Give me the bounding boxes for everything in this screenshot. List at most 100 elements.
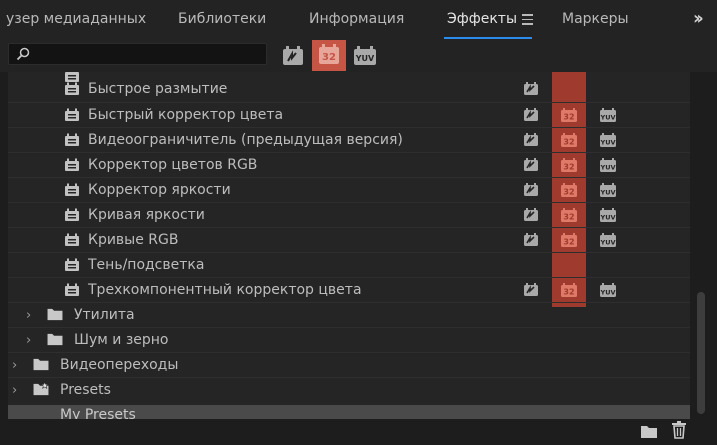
svg-text:YUV: YUV — [599, 214, 615, 222]
svg-text:YUV: YUV — [599, 239, 615, 247]
chevron-right-icon[interactable]: › — [12, 383, 17, 398]
folder-label: My Presets — [60, 407, 136, 419]
tab-libraries[interactable]: Библиотеки — [178, 11, 266, 27]
effect-label: Быстрое размытие — [88, 81, 228, 97]
yuv-badge-icon: YUV — [599, 233, 616, 247]
panel-menu-icon[interactable] — [522, 14, 533, 25]
effects-bottom-bar — [0, 419, 717, 445]
accelerated-badge-icon — [524, 133, 538, 146]
svg-text:32: 32 — [563, 188, 574, 197]
folder-icon — [47, 308, 63, 321]
svg-text:32: 32 — [563, 138, 574, 147]
effect-item[interactable]: Тень/подсветка — [8, 252, 690, 278]
accelerated-badge-icon — [524, 158, 538, 171]
effect-item[interactable]: Быстрое размытие — [8, 77, 690, 102]
chevron-right-icon[interactable]: › — [12, 358, 17, 373]
tab-info[interactable]: Информация — [309, 11, 404, 27]
chevron-right-icon[interactable]: › — [26, 308, 31, 323]
folder-item[interactable]: › Видеопереходы — [8, 352, 690, 378]
effect-preset-icon — [65, 183, 79, 196]
effect-item[interactable]: Видеоограничитель (предыдущая версия) 32… — [8, 127, 690, 153]
trash-icon[interactable] — [671, 421, 687, 439]
svg-text:YUV: YUV — [599, 114, 615, 122]
effect-label: Тень/подсветка — [88, 257, 205, 273]
new-bin-icon[interactable] — [640, 423, 658, 439]
yuv-badge-icon: YUV — [599, 183, 616, 197]
folder-row-selected[interactable]: My Presets — [8, 405, 690, 419]
svg-text:32: 32 — [563, 238, 574, 247]
active-tab-indicator — [444, 37, 532, 39]
search-icon — [16, 47, 30, 61]
svg-text:YUV: YUV — [599, 164, 615, 172]
effect-label: Корректор яркости — [88, 182, 231, 198]
tab-markers[interactable]: Маркеры — [562, 11, 629, 27]
yuv-badge-icon: YUV — [599, 208, 616, 222]
effect-preset-icon — [65, 82, 79, 95]
svg-text:32: 32 — [563, 163, 574, 172]
effect-item[interactable]: Корректор яркости 32 YUV — [8, 177, 690, 203]
accelerated-badge-icon — [524, 283, 538, 296]
folder-label: Утилита — [74, 307, 135, 323]
32bit-badge-icon: 32 — [561, 158, 577, 172]
yuv-badge-icon: YUV — [599, 283, 616, 297]
accelerated-badge-icon — [524, 208, 538, 221]
svg-text:32: 32 — [563, 213, 574, 222]
32bit-badge-icon: 32 — [561, 108, 577, 122]
svg-text:32: 32 — [563, 288, 574, 297]
search-input[interactable] — [8, 43, 267, 65]
svg-text:YUV: YUV — [355, 54, 375, 63]
effect-preset-icon — [65, 133, 79, 146]
effect-preset-icon — [65, 208, 79, 221]
chevron-right-icon[interactable]: › — [26, 333, 31, 348]
effect-preset-icon — [65, 158, 79, 171]
effect-item[interactable]: Трехкомпонентный корректор цвета 32 YUV — [8, 277, 690, 303]
effect-item[interactable]: Кривые RGB 32 YUV — [8, 227, 690, 253]
yuv-badge-icon: YUV — [599, 133, 616, 147]
subfolder-item[interactable]: › Шум и зерно — [8, 327, 690, 353]
accelerated-effects-filter-button[interactable] — [281, 45, 305, 69]
scrollbar-thumb[interactable] — [697, 292, 705, 414]
accelerated-badge-icon — [524, 108, 538, 121]
svg-text:32: 32 — [322, 52, 336, 63]
panel-tab-bar: узер медиаданных Библиотеки Информация Э… — [0, 0, 717, 40]
32bit-badge-icon: 32 — [561, 208, 577, 222]
accelerated-badge-icon — [524, 183, 538, 196]
double-chevron-right-icon[interactable]: ›› — [693, 8, 704, 29]
presets-folder-star-icon — [33, 382, 49, 396]
32bit-filter-button[interactable]: 32 — [312, 40, 346, 71]
effect-label: Трехкомпонентный корректор цвета — [88, 282, 362, 298]
tab-metadata-browser[interactable]: узер медиаданных — [6, 11, 146, 27]
yuv-filter-button[interactable]: YUV — [353, 45, 377, 69]
effect-item[interactable]: Корректор цветов RGB 32 YUV — [8, 152, 690, 178]
accelerated-badge-icon — [524, 82, 538, 95]
32bit-badge-icon: 32 — [561, 233, 577, 247]
effects-list: Быстрое размытие Быстрый корректор цвета… — [8, 72, 690, 419]
subfolder-item[interactable]: › Утилита — [8, 302, 690, 328]
yuv-badge-icon: YUV — [599, 108, 616, 122]
folder-icon — [33, 358, 49, 371]
effect-item[interactable]: Кривая яркости 32 YUV — [8, 202, 690, 228]
folder-label: Видеопереходы — [60, 357, 179, 373]
svg-text:YUV: YUV — [599, 139, 615, 147]
folder-icon — [47, 333, 63, 346]
folder-label: Шум и зерно — [74, 332, 169, 348]
accelerated-badge-icon — [524, 233, 538, 246]
effect-item[interactable]: Быстрый корректор цвета 32 YUV — [8, 102, 690, 128]
effect-preset-icon — [65, 233, 79, 246]
svg-text:YUV: YUV — [599, 189, 615, 197]
tab-effects[interactable]: Эффекты — [447, 11, 517, 27]
effect-label: Кривые RGB — [88, 232, 179, 248]
effect-label: Корректор цветов RGB — [88, 157, 258, 173]
effect-label: Быстрый корректор цвета — [88, 107, 284, 123]
32bit-badge-icon: 32 — [561, 133, 577, 147]
effect-label: Кривая яркости — [88, 207, 205, 223]
effect-preset-icon — [65, 258, 79, 271]
effect-label: Видеоограничитель (предыдущая версия) — [88, 132, 403, 148]
folder-item[interactable]: › Presets — [8, 377, 690, 403]
32bit-badge-icon: 32 — [561, 183, 577, 197]
effect-preset-icon — [65, 108, 79, 121]
svg-text:YUV: YUV — [599, 289, 615, 297]
32bit-badge-icon: 32 — [561, 283, 577, 297]
effect-preset-icon — [65, 283, 79, 296]
folder-label: Presets — [60, 382, 111, 398]
